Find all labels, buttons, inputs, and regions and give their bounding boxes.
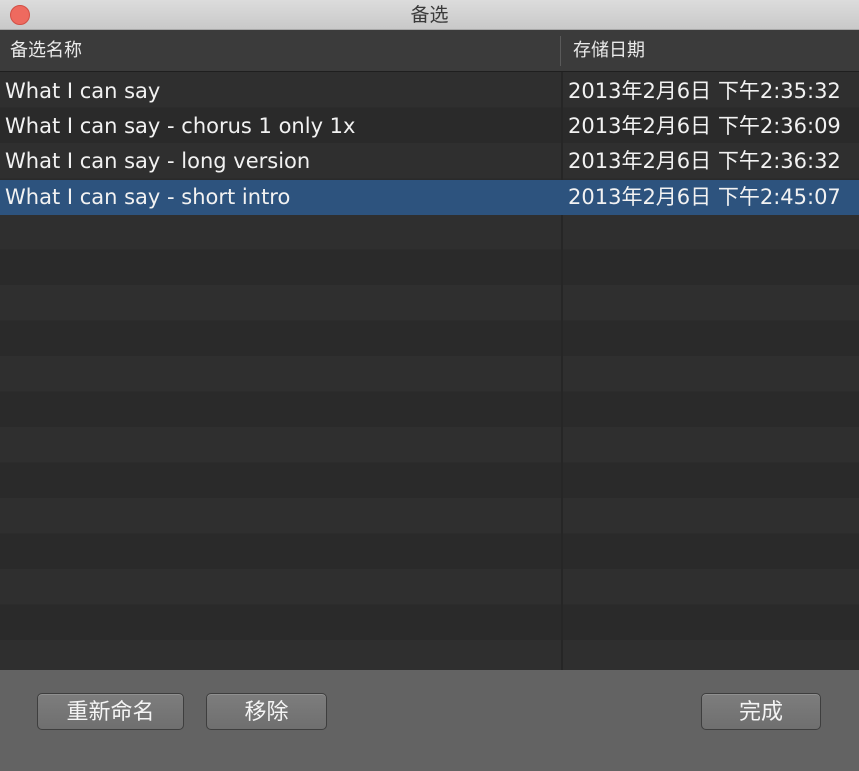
row-name: What I can say [5,79,161,103]
table-row-selected[interactable]: What I can say - short intro 2013年2月6日 下… [0,180,859,215]
column-separator[interactable] [560,36,561,66]
row-name: What I can say - long version [5,149,311,173]
table-row[interactable]: What I can say - chorus 1 only 1x 2013年2… [0,109,859,144]
row-name: What I can say - short intro [5,185,291,209]
column-header-name[interactable]: 备选名称 [10,30,82,71]
row-date: 2013年2月6日 下午2:35:32 [568,79,841,103]
remove-button[interactable]: 移除 [206,693,327,730]
column-header-date[interactable]: 存储日期 [573,30,645,71]
table-row[interactable]: What I can say - long version 2013年2月6日 … [0,144,859,179]
title-bar: 备选 [0,0,859,30]
row-date: 2013年2月6日 下午2:45:07 [568,185,841,209]
row-date: 2013年2月6日 下午2:36:32 [568,149,841,173]
row-name: What I can say - chorus 1 only 1x [5,114,356,138]
button-bar: 重新命名 移除 完成 [0,670,859,771]
table-row[interactable]: What I can say 2013年2月6日 下午2:35:32 [0,74,859,109]
window-title: 备选 [410,4,449,26]
alternatives-list[interactable]: What I can say 2013年2月6日 下午2:35:32 What … [0,72,859,670]
table-header: 备选名称 存储日期 [0,30,859,72]
done-button[interactable]: 完成 [701,693,821,730]
rename-button[interactable]: 重新命名 [37,693,184,730]
row-date: 2013年2月6日 下午2:36:09 [568,114,841,138]
